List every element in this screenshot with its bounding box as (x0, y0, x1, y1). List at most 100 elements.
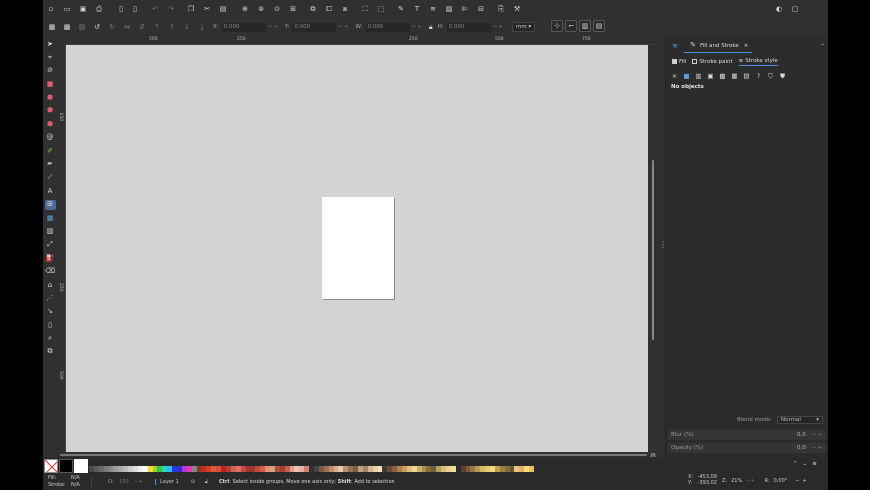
dock-menu-icon[interactable]: ⌄ (820, 41, 825, 47)
y-field[interactable]: Y: 0,000 −+ (285, 22, 350, 32)
spiral-tool-icon[interactable]: @ (45, 133, 56, 143)
linear-gradient-icon[interactable]: ▥ (694, 72, 703, 81)
rotate-ccw-icon[interactable]: ↺ (92, 22, 102, 32)
layer-lock-icon[interactable]: 🔓︎ (205, 479, 208, 485)
x-field[interactable]: X: 0,000 −+ (213, 22, 279, 32)
color-palette[interactable] (89, 466, 535, 472)
tab-fill-and-stroke[interactable]: ✎ Fill and Stroke × (684, 39, 753, 53)
palette-up-icon[interactable]: ⌃ (793, 461, 798, 467)
clone-icon[interactable]: ⧠ (324, 4, 334, 14)
undo-icon[interactable]: ↶ (150, 4, 160, 14)
deselect-icon[interactable]: ▨ (77, 22, 87, 32)
layer-selector[interactable]: Layer 1 ⊙ 🔓︎ (155, 479, 208, 485)
node-tool-icon[interactable]: ⌖ (45, 52, 56, 62)
subtab-stroke-paint[interactable]: Stroke paint (692, 58, 733, 66)
palette-down-icon[interactable]: ⌄ (803, 461, 808, 467)
blend-mode-select[interactable]: Normal ▾ (777, 416, 823, 424)
connector-tool-icon[interactable]: ↘ (45, 307, 56, 317)
radial-gradient-icon[interactable]: ▣ (706, 72, 715, 81)
mesh-tool-icon[interactable]: ▦ (45, 213, 56, 223)
rotation-value[interactable]: 0,00° (774, 478, 788, 484)
move-gradients-icon[interactable]: ▥ (579, 20, 591, 32)
fill-rule-evenodd-icon[interactable]: ⛉ (766, 72, 775, 81)
zoom-fit-icon[interactable]: ⊞ (288, 4, 298, 14)
dropper-tool-icon[interactable]: ⤢ (45, 240, 56, 250)
zoom-page-icon[interactable]: ⊙ (272, 4, 282, 14)
white-swatch[interactable] (74, 459, 88, 473)
blur-slider[interactable]: Blur (%) 0,0 −+ (668, 430, 826, 440)
mesh-gradient-icon[interactable]: ▩ (718, 72, 727, 81)
move-patterns-icon[interactable]: ▤ (593, 20, 605, 32)
new-file-icon[interactable]: ▫ (46, 4, 56, 14)
3dbox-tool-icon[interactable]: ⬢ (45, 119, 56, 129)
vertical-scrollbar[interactable] (650, 45, 656, 452)
scale-stroke-icon[interactable]: ⊹ (551, 20, 563, 32)
layer-visibility-icon[interactable]: ⊙ (191, 479, 195, 485)
flip-h-icon[interactable]: ⇋ (122, 22, 132, 32)
tab-layers[interactable]: ≋ (666, 39, 684, 53)
rect-tool-icon[interactable]: ■ (45, 79, 56, 89)
document-page[interactable] (322, 197, 394, 299)
no-paint-icon[interactable]: × (670, 72, 679, 81)
raise-top-icon[interactable]: ⤒ (152, 22, 162, 32)
lpe-tool-icon[interactable]: ⌂ (45, 280, 56, 290)
lock-icon[interactable]: 🔒︎ (426, 22, 436, 32)
spray-can-tool-icon[interactable]: ⋰ (45, 293, 56, 303)
subtab-fill[interactable]: Fill (672, 58, 686, 66)
w-field[interactable]: W: 0,000 −+ (356, 22, 423, 32)
horizontal-scroll-thumb[interactable] (60, 454, 647, 456)
scale-corners-icon[interactable]: ⌐ (565, 20, 577, 32)
group-icon[interactable]: ⛶ (360, 4, 370, 14)
spray-tool-icon[interactable]: ⊞ (44, 199, 56, 210)
subtab-stroke-style[interactable]: ≡ Stroke style (738, 58, 778, 66)
selector-tool-icon[interactable]: ➤ (45, 39, 56, 49)
cut-icon[interactable]: ✂ (202, 4, 212, 14)
objects-icon[interactable]: ▨ (444, 4, 454, 14)
close-tab-icon[interactable]: × (744, 43, 749, 49)
ruler-top[interactable]: 500 250 250 500 750 (66, 37, 653, 45)
unit-select[interactable]: mm ▾ (511, 22, 536, 32)
preferences-icon[interactable]: ⚒ (512, 4, 522, 14)
text-tool-icon[interactable]: A (45, 186, 56, 196)
unlink-clone-icon[interactable]: ⧈ (340, 4, 350, 14)
pattern-icon[interactable]: ▦ (730, 72, 739, 81)
paint-bucket-tool-icon[interactable]: ⛽ (45, 253, 56, 263)
rotate-cw-icon[interactable]: ↻ (107, 22, 117, 32)
xml-editor-icon[interactable]: ✎ (396, 4, 406, 14)
unset-paint-icon[interactable]: ? (754, 72, 763, 81)
text-font-icon[interactable]: T (412, 4, 422, 14)
opacity-slider[interactable]: Opacity (%) 0,0 −+ (668, 443, 826, 453)
import-icon[interactable]: ▯ (116, 4, 126, 14)
zoom-value[interactable]: 21% (731, 478, 742, 484)
gradient-tool-icon[interactable]: ▧ (45, 226, 56, 236)
commands-toggle-icon[interactable]: ◐ (774, 4, 784, 14)
h-field[interactable]: H: 0,000 −+ (438, 22, 504, 32)
window-toggle-icon[interactable]: ▢ (790, 4, 800, 14)
opacity-field[interactable]: O: 100 −+ (108, 479, 143, 485)
document-properties-icon[interactable]: ⎘ (496, 4, 506, 14)
save-icon[interactable]: ▣ (78, 4, 88, 14)
black-swatch[interactable] (59, 459, 73, 473)
zoom-tool-icon[interactable]: ⌕ (45, 334, 56, 344)
measure-tool-icon[interactable]: ⧉ (45, 347, 56, 357)
print-icon[interactable]: ⎙ (94, 4, 104, 14)
align-distribute-icon[interactable]: ⊫ (460, 4, 470, 14)
zoom-selection-icon[interactable]: ⊕ (240, 4, 250, 14)
page-tool-icon[interactable]: ▯ (45, 320, 56, 330)
canvas[interactable] (66, 45, 648, 452)
raise-icon[interactable]: ↑ (167, 22, 177, 32)
select-all-icon[interactable]: ▦ (47, 22, 57, 32)
copy-icon[interactable]: ❐ (186, 4, 196, 14)
redo-icon[interactable]: ↷ (166, 4, 176, 14)
swatch-icon[interactable]: ▤ (742, 72, 751, 81)
fill-rule-nonzero-icon[interactable]: ⛊ (778, 72, 787, 81)
ruler-left[interactable]: -250 250 500 (58, 45, 66, 452)
circle-tool-icon[interactable]: ● (45, 93, 56, 103)
no-paint-swatch[interactable] (44, 459, 58, 473)
layers-icon[interactable]: ≋ (428, 4, 438, 14)
open-file-icon[interactable]: ▭ (62, 4, 72, 14)
duplicate-icon[interactable]: ⧉ (308, 4, 318, 14)
symbols-icon[interactable]: ⊟ (476, 4, 486, 14)
palette-menu-icon[interactable]: ≡ (812, 461, 817, 467)
pencil-tool-icon[interactable]: ✐ (45, 146, 56, 156)
